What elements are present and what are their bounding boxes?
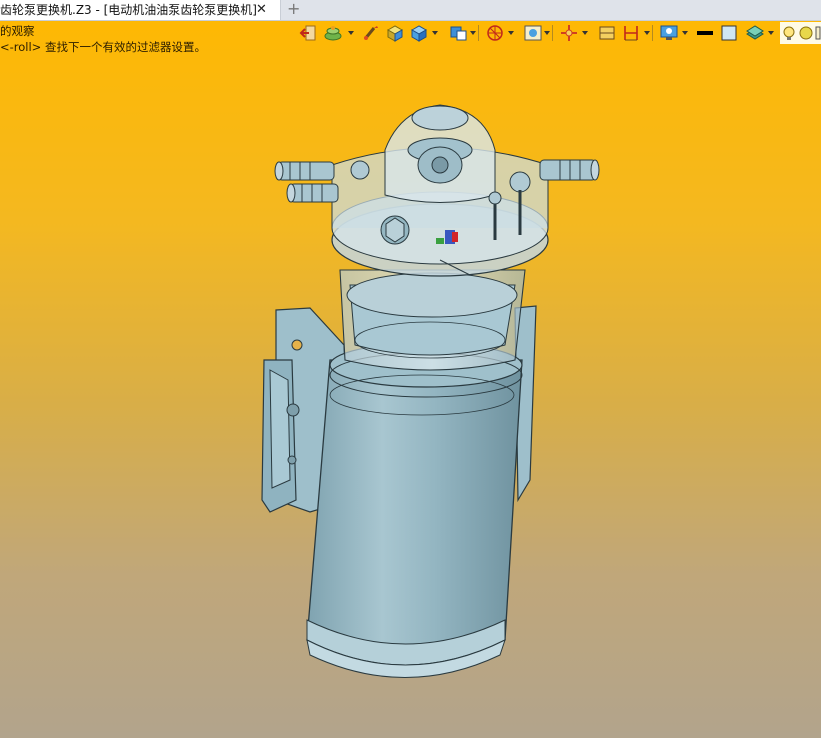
pump-model[interactable] <box>261 104 600 678</box>
pump-housing <box>339 269 526 371</box>
pump-head <box>331 104 549 277</box>
model-viewport[interactable] <box>0 0 821 738</box>
motor-cylinder <box>306 342 523 678</box>
